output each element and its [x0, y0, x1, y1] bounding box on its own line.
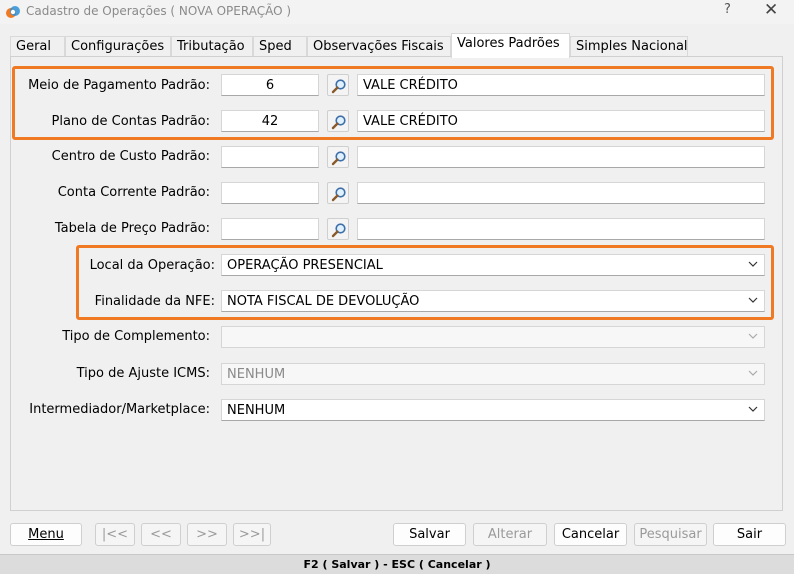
magnifier-icon: [331, 151, 346, 166]
chevron-down-icon: [748, 297, 758, 303]
centro-custo-label: Centro de Custo Padrão:: [51, 149, 210, 164]
app-logo-icon: [6, 6, 20, 18]
magnifier-icon: [331, 187, 346, 202]
tabela-preco-code-input[interactable]: [221, 218, 319, 240]
meio-pagamento-label: Meio de Pagamento Padrão:: [28, 78, 210, 93]
intermediador-value: NENHUM: [227, 403, 286, 418]
tab-simples-nacional[interactable]: Simples Nacional: [570, 36, 688, 57]
tabela-preco-description: [357, 218, 765, 240]
status-bar: F2 ( Salvar ) - ESC ( Cancelar ): [0, 554, 794, 574]
menu-button-label: Menu: [28, 527, 64, 542]
conta-corrente-code-input[interactable]: [221, 182, 319, 204]
alterar-button[interactable]: Alterar: [473, 523, 547, 546]
tabela-preco-search-button[interactable]: [327, 218, 349, 240]
plano-contas-description: VALE CRÉDITO: [357, 110, 765, 132]
conta-corrente-search-button[interactable]: [327, 182, 349, 204]
finalidade-nfe-label: Finalidade da NFE:: [94, 294, 215, 309]
tab-configuracoes[interactable]: Configurações: [65, 36, 171, 57]
conta-corrente-description: [357, 182, 765, 204]
local-operacao-value: OPERAÇÃO PRESENCIAL: [227, 258, 383, 273]
next-record-button[interactable]: >>: [187, 523, 227, 546]
chevron-down-icon: [748, 406, 758, 412]
window-title: Cadastro de Operações ( NOVA OPERAÇÃO ): [26, 4, 292, 18]
centro-custo-description: [357, 146, 765, 168]
tab-observacoes-fiscais[interactable]: Observações Fiscais: [307, 36, 451, 57]
help-button[interactable]: ?: [724, 2, 731, 17]
plano-contas-label: Plano de Contas Padrão:: [51, 114, 210, 129]
close-button[interactable]: ✕: [764, 0, 778, 20]
centro-custo-search-button[interactable]: [327, 146, 349, 168]
plano-contas-search-button[interactable]: [327, 110, 349, 132]
meio-pagamento-description: VALE CRÉDITO: [357, 74, 765, 96]
first-record-button[interactable]: |<<: [95, 523, 135, 546]
tipo-ajuste-icms-select: NENHUM: [221, 363, 765, 385]
shortcut-hint: F2 ( Salvar ) - ESC ( Cancelar ): [303, 558, 491, 571]
tab-valores-padroes[interactable]: Valores Padrões: [451, 33, 570, 58]
chevron-down-icon: [748, 333, 758, 339]
magnifier-icon: [331, 115, 346, 130]
chevron-down-icon: [748, 261, 758, 267]
magnifier-icon: [331, 223, 346, 238]
tabela-preco-label: Tabela de Preço Padrão:: [54, 221, 210, 236]
chevron-down-icon: [748, 370, 758, 376]
tipo-ajuste-icms-value: NENHUM: [227, 367, 286, 382]
tab-tributacao[interactable]: Tributação: [171, 36, 253, 57]
plano-contas-code-input[interactable]: 42: [221, 110, 319, 132]
salvar-button[interactable]: Salvar: [393, 523, 466, 546]
menu-button[interactable]: Menu: [10, 523, 82, 546]
tipo-complemento-select: [221, 326, 765, 348]
finalidade-nfe-select[interactable]: NOTA FISCAL DE DEVOLUÇÃO: [221, 290, 765, 312]
intermediador-label: Intermediador/Marketplace:: [29, 402, 210, 417]
conta-corrente-label: Conta Corrente Padrão:: [57, 185, 210, 200]
cancelar-button[interactable]: Cancelar: [554, 523, 627, 546]
local-operacao-label: Local da Operação:: [89, 258, 215, 273]
intermediador-select[interactable]: NENHUM: [221, 399, 765, 421]
centro-custo-code-input[interactable]: [221, 146, 319, 168]
sair-button[interactable]: Sair: [713, 523, 786, 546]
title-bar: Cadastro de Operações ( NOVA OPERAÇÃO ) …: [0, 0, 794, 24]
tipo-ajuste-icms-label: Tipo de Ajuste ICMS:: [76, 366, 210, 381]
tab-sped[interactable]: Sped: [253, 36, 307, 57]
tab-geral[interactable]: Geral: [10, 36, 65, 57]
meio-pagamento-code-input[interactable]: 6: [221, 74, 319, 96]
magnifier-icon: [331, 79, 346, 94]
local-operacao-select[interactable]: OPERAÇÃO PRESENCIAL: [221, 254, 765, 276]
finalidade-nfe-value: NOTA FISCAL DE DEVOLUÇÃO: [227, 294, 420, 309]
tipo-complemento-label: Tipo de Complemento:: [62, 329, 210, 344]
pesquisar-button[interactable]: Pesquisar: [634, 523, 707, 546]
last-record-button[interactable]: >>|: [233, 523, 271, 546]
meio-pagamento-search-button[interactable]: [327, 74, 349, 96]
previous-record-button[interactable]: <<: [141, 523, 181, 546]
